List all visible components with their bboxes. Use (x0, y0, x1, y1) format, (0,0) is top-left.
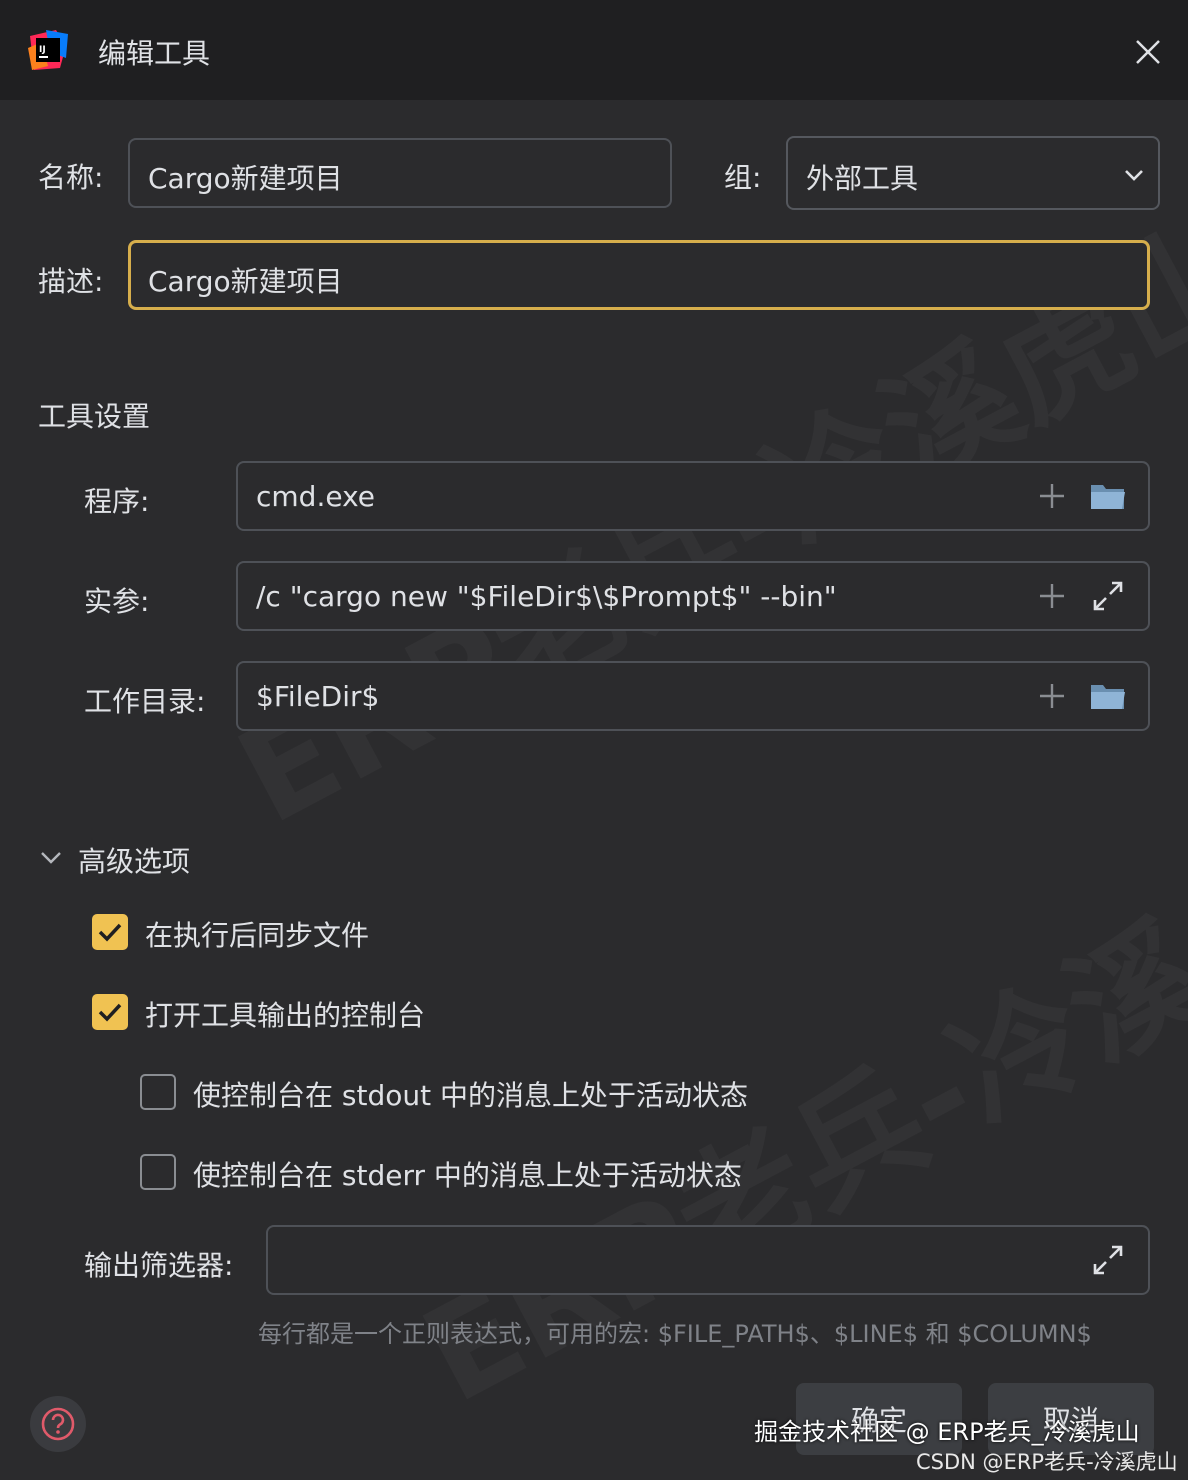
workdir-label: 工作目录: (84, 685, 206, 718)
plus-icon[interactable] (1032, 476, 1072, 516)
name-value: Cargo新建项目 (148, 162, 343, 195)
expand-icon[interactable] (1088, 1240, 1128, 1280)
arguments-value: /c "cargo new "$FileDir$\$Prompt$" --bin… (256, 580, 837, 613)
checkbox-sync-after-exec[interactable] (92, 914, 128, 950)
output-filter-label: 输出筛选器: (84, 1249, 234, 1282)
group-select[interactable]: 外部工具 (786, 136, 1160, 210)
juejin-watermark: 掘金技术社区 @ ERP老兵_冷溪虎山 (754, 1418, 1140, 1446)
description-value: Cargo新建项目 (148, 265, 343, 298)
checkbox-label[interactable]: 使控制台在 stderr 中的消息上处于活动状态 (193, 1154, 742, 1194)
folder-icon[interactable] (1088, 476, 1128, 516)
plus-icon[interactable] (1032, 676, 1072, 716)
group-value: 外部工具 (806, 162, 919, 195)
check-icon (98, 923, 122, 942)
arguments-label: 实参: (84, 585, 150, 618)
arguments-input[interactable]: /c "cargo new "$FileDir$\$Prompt$" --bin… (236, 561, 1150, 631)
check-icon (98, 1003, 122, 1022)
svg-text:IJ: IJ (39, 45, 46, 55)
window-title: 编辑工具 (98, 37, 211, 70)
name-input[interactable]: Cargo新建项目 (128, 138, 672, 208)
checkbox-label[interactable]: 在执行后同步文件 (145, 914, 369, 954)
checkbox-stderr-active[interactable] (140, 1154, 176, 1190)
checkbox-stdout-active[interactable] (140, 1074, 176, 1110)
folder-icon[interactable] (1088, 676, 1128, 716)
description-label: 描述: (38, 265, 104, 298)
intellij-icon: IJ (28, 30, 68, 70)
expand-icon[interactable] (1088, 576, 1128, 616)
csdn-watermark: CSDN @ERP老兵-冷溪虎山 (916, 1450, 1178, 1474)
help-button[interactable] (30, 1396, 86, 1452)
chevron-down-icon[interactable] (36, 842, 66, 872)
question-icon (41, 1407, 75, 1441)
close-icon[interactable] (1128, 32, 1168, 72)
output-filter-hint: 每行都是一个正则表达式，可用的宏: $FILE_PATH$、$LINE$ 和 $… (258, 1320, 1092, 1348)
checkbox-open-console[interactable] (92, 994, 128, 1030)
output-filter-input[interactable] (266, 1225, 1150, 1295)
checkbox-label[interactable]: 使控制台在 stdout 中的消息上处于活动状态 (193, 1074, 748, 1114)
group-label: 组: (724, 161, 762, 194)
description-input[interactable]: Cargo新建项目 (128, 240, 1150, 310)
tool-settings-title: 工具设置 (38, 400, 151, 433)
program-value: cmd.exe (256, 480, 376, 513)
checkbox-label[interactable]: 打开工具输出的控制台 (145, 994, 425, 1034)
chevron-down-icon[interactable] (1114, 155, 1154, 195)
program-label: 程序: (84, 485, 150, 518)
workdir-value: $FileDir$ (256, 680, 380, 713)
name-label: 名称: (38, 161, 104, 194)
program-input[interactable]: cmd.exe (236, 461, 1150, 531)
workdir-input[interactable]: $FileDir$ (236, 661, 1150, 731)
advanced-options-toggle[interactable]: 高级选项 (78, 840, 190, 880)
plus-icon[interactable] (1032, 576, 1072, 616)
title-bar: IJ 编辑工具 (0, 0, 1188, 100)
